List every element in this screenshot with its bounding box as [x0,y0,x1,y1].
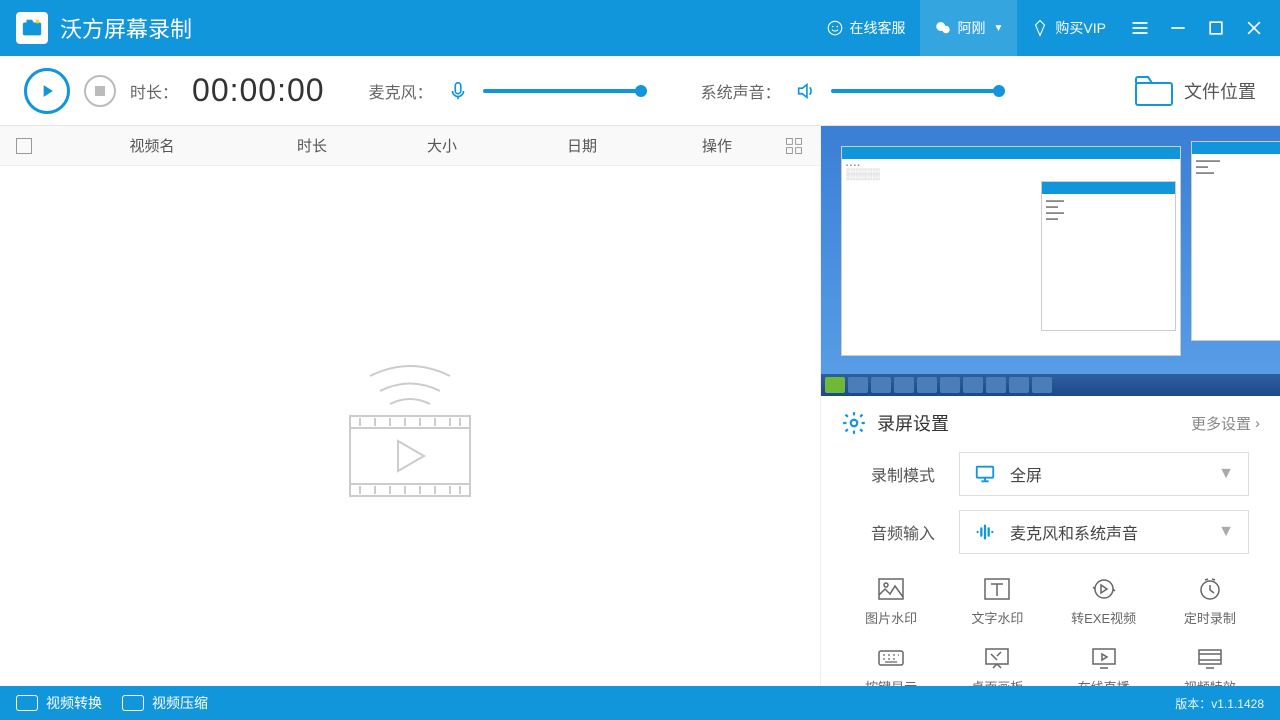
col-operation: 操作 [662,135,772,156]
speaker-icon[interactable] [795,80,817,102]
chevron-down-icon: ▼ [1218,523,1234,541]
col-name: 视频名 [62,135,242,156]
support-icon [826,19,844,37]
tool-label: 视频特效 [1184,677,1236,686]
audio-select[interactable]: 麦克风和系统声音 ▼ [959,510,1249,554]
toolbar: 时长： 00:00:00 麦克风： 系统声音： 文件位置 [0,56,1280,126]
grid-view-button[interactable] [784,136,804,156]
clock-icon [1196,577,1224,601]
chevron-right-icon: › [1255,415,1260,432]
tool-label: 图片水印 [865,608,917,627]
convert-icon [16,695,38,711]
audio-value: 麦克风和系统声音 [1010,520,1204,544]
footer: 视频转换 视频压缩 版本：v1.1.1428 [0,686,1280,720]
tool-label: 在线直播 [1078,677,1130,686]
convert-label: 视频转换 [46,693,102,713]
tool-keypress-display[interactable]: 按键显示 [841,641,941,686]
sys-label: 系统声音： [701,79,781,103]
tool-label: 文字水印 [971,608,1023,627]
chevron-down-icon: ▼ [994,23,1004,34]
tool-exe-convert[interactable]: 转EXE视频 [1054,572,1154,631]
minimize-button[interactable] [1168,18,1188,38]
microphone-icon[interactable] [447,80,469,102]
more-settings-label: 更多设置 [1191,413,1251,434]
wechat-icon [934,19,952,37]
app-title: 沃方屏幕录制 [60,12,192,44]
record-button[interactable] [24,68,70,114]
maximize-button[interactable] [1206,18,1226,38]
support-label: 在线客服 [850,18,906,38]
close-button[interactable] [1244,18,1264,38]
tools-grid: 图片水印 文字水印 转EXE视频 定时录制 按键显示 [841,572,1260,686]
system-audio-slider[interactable] [831,89,1001,93]
audio-wave-icon [974,521,996,543]
text-icon [983,577,1011,601]
file-location-button[interactable]: 文件位置 [1134,75,1256,107]
tool-label: 按键显示 [865,677,917,686]
menu-icon[interactable] [1130,18,1150,38]
app-icon [16,12,48,44]
empty-state [0,166,820,686]
user-button[interactable]: 阿刚 ▼ [920,0,1018,56]
more-settings-button[interactable]: 更多设置 › [1191,413,1260,434]
user-label: 阿刚 [958,18,986,38]
mode-label: 录制模式 [871,462,941,486]
tool-label: 桌面画板 [971,677,1023,686]
convert-icon [1090,577,1118,601]
settings-panel: 录屏设置 更多设置 › 录制模式 全屏 ▼ 音频输入 麦克风和系统声音 [821,396,1280,686]
main: 视频名 时长 大小 日期 操作 ▪ ▪ ▪ ▪░░░░░░░░░░░░░░░░ … [0,126,1280,686]
video-compress-button[interactable]: 视频压缩 [122,693,208,713]
tool-scheduled-record[interactable]: 定时录制 [1160,572,1260,631]
tool-image-watermark[interactable]: 图片水印 [841,572,941,631]
compress-label: 视频压缩 [152,693,208,713]
gear-icon [841,410,867,436]
mic-slider[interactable] [483,89,643,93]
chevron-down-icon: ▼ [1218,465,1234,483]
col-size: 大小 [382,135,502,156]
right-panel: ▪ ▪ ▪ ▪░░░░░░░░░░░░░░░░ ▬▬▬▬▬▬▬▬▬▬ ▬▬▬▬▬… [820,126,1280,686]
stop-button[interactable] [84,75,116,107]
tool-label: 定时录制 [1184,608,1236,627]
select-all-checkbox[interactable] [16,138,32,154]
compress-icon [122,695,144,711]
video-convert-button[interactable]: 视频转换 [16,693,102,713]
draw-board-icon [983,646,1011,670]
tool-label: 转EXE视频 [1071,608,1136,627]
tool-live-stream[interactable]: 在线直播 [1054,641,1154,686]
file-location-label: 文件位置 [1184,78,1256,104]
keyboard-icon [877,646,905,670]
folder-icon [1134,75,1174,107]
preview-taskbar [821,374,1280,396]
tool-video-effects[interactable]: 视频特效 [1160,641,1260,686]
mode-select[interactable]: 全屏 ▼ [959,452,1249,496]
play-icon [37,81,57,101]
support-button[interactable]: 在线客服 [812,0,920,56]
preview-area: ▪ ▪ ▪ ▪░░░░░░░░░░░░░░░░ ▬▬▬▬▬▬▬▬▬▬ ▬▬▬▬▬… [821,126,1280,396]
tool-text-watermark[interactable]: 文字水印 [947,572,1047,631]
effects-icon [1196,646,1224,670]
mode-value: 全屏 [1010,462,1204,486]
vip-button[interactable]: 购买VIP [1017,0,1120,56]
version-label: 版本：v1.1.1428 [1175,695,1264,712]
audio-label: 音频输入 [871,520,941,544]
list-header: 视频名 时长 大小 日期 操作 [0,126,820,166]
vip-label: 购买VIP [1055,18,1106,38]
image-icon [877,577,905,601]
stream-icon [1090,646,1118,670]
titlebar: 沃方屏幕录制 在线客服 阿刚 ▼ 购买VIP [0,0,1280,56]
empty-video-icon [320,346,500,506]
tool-desktop-draw[interactable]: 桌面画板 [947,641,1047,686]
duration-label: 时长： [130,79,178,103]
duration-value: 00:00:00 [192,72,325,109]
video-list-panel: 视频名 时长 大小 日期 操作 [0,126,820,686]
monitor-icon [974,463,996,485]
col-date: 日期 [502,135,662,156]
mic-label: 麦克风： [369,79,433,103]
diamond-icon [1031,19,1049,37]
settings-title: 录屏设置 [877,410,1181,436]
col-duration: 时长 [242,135,382,156]
